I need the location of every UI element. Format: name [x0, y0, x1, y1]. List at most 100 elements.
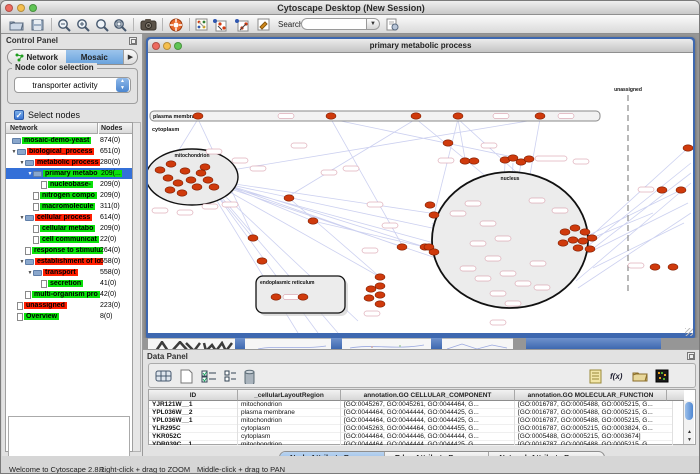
unselect-attributes-icon[interactable]	[224, 367, 237, 385]
node-color-legend: Node color selection	[12, 63, 97, 72]
folder-icon	[25, 215, 34, 221]
folder-icon	[25, 259, 34, 265]
select-nodes-checkbox[interactable]: ✓	[14, 110, 24, 120]
tree-row[interactable]: ▼cellular process614(0)	[6, 212, 132, 223]
folder-icon	[33, 270, 42, 276]
table-scrollbar[interactable]: ▲ ▼	[683, 401, 694, 444]
help-lifering-icon[interactable]	[169, 16, 183, 33]
scroll-up-icon[interactable]: ▲	[685, 429, 694, 436]
file-icon	[25, 247, 31, 255]
tree-row[interactable]: nucleobase-209(0)	[6, 179, 132, 190]
attribute-checklist-icon[interactable]	[201, 367, 218, 385]
scrollbar-thumb[interactable]	[685, 402, 693, 420]
annotation-icon[interactable]	[257, 16, 270, 33]
tree-scrollbar[interactable]	[133, 122, 141, 452]
tab-network[interactable]: Network	[8, 50, 66, 64]
network-graph: plasma membrane cytoplasm mitochondrion …	[148, 53, 693, 333]
network-canvas[interactable]: plasma membrane cytoplasm mitochondrion …	[148, 53, 693, 333]
tabs-overflow-arrow[interactable]: ▶	[123, 50, 137, 64]
tree-row[interactable]: cell communicat22(0)	[6, 234, 132, 245]
background-window-border	[331, 338, 342, 349]
tree-row[interactable]: multi-organism pro42(0)	[6, 289, 132, 300]
layout-icon-a[interactable]	[212, 16, 228, 33]
layout-icon-b[interactable]	[234, 16, 250, 33]
table-row[interactable]: YDR039C__1mitochondrion[GO:0044464, GO:0…	[149, 441, 673, 446]
col-header-id[interactable]: ID	[149, 390, 238, 401]
status-welcome: Welcome to Cytoscape 2.8.1	[9, 465, 105, 474]
attribute-editor-icon[interactable]	[589, 367, 602, 385]
scroll-down-icon[interactable]: ▼	[685, 437, 694, 444]
heatmap-matrix-icon[interactable]	[655, 367, 669, 385]
snapshot-camera-icon[interactable]	[140, 16, 157, 33]
folder-icon	[17, 149, 26, 155]
zoom-out-icon[interactable]	[57, 16, 71, 33]
table-row[interactable]: YPL036W__1mitochondrion[GO:0044464, GO:0…	[149, 417, 673, 425]
float-panel-icon[interactable]	[687, 352, 695, 360]
overview-icon[interactable]	[195, 16, 208, 33]
tree-row[interactable]: response to stimulu264(0)	[6, 245, 132, 256]
tree-row[interactable]: mosaic-demo-yeast874(0)	[6, 135, 132, 146]
file-icon	[33, 192, 39, 200]
window-title: Cytoscape Desktop (New Session)	[1, 3, 700, 13]
formula-builder-icon[interactable]: f(x)	[610, 367, 622, 385]
float-panel-icon[interactable]	[129, 37, 137, 45]
tree-row[interactable]: ▼metabolic process280(0)	[6, 157, 132, 168]
col-header-filler	[667, 390, 684, 401]
tree-row[interactable]: ▼transport558(0)	[6, 267, 132, 278]
table-row[interactable]: YLR295Ccytoplasm[GO:0045263, GO:0044464,…	[149, 425, 673, 433]
search-input[interactable]	[301, 18, 367, 30]
tree-row[interactable]: Overview8(0)	[6, 311, 132, 322]
tree-row-selected[interactable]: ▼primary metabo209(...	[6, 168, 132, 179]
tree-row[interactable]: secretion41(0)	[6, 278, 132, 289]
window-titlebar[interactable]: Cytoscape Desktop (New Session)	[1, 1, 700, 15]
tree-row[interactable]: ▼establishment of lo558(0)	[6, 256, 132, 267]
tree-row[interactable]: ▼biological_process651(0)	[6, 146, 132, 157]
endoplasmic-reticulum-label: endoplasmic reticulum	[260, 280, 315, 286]
session-settings-icon[interactable]	[386, 16, 399, 33]
status-bar: Welcome to Cytoscape 2.8.1 Right-click +…	[1, 456, 700, 474]
search-dropdown-icon[interactable]: ▼	[367, 18, 380, 30]
network-view-titlebar[interactable]: primary metabolic process	[148, 39, 693, 53]
tree-row[interactable]: macromolecule311(0)	[6, 201, 132, 212]
table-row[interactable]: YPL036W__2plasma membrane[GO:0044464, GO…	[149, 409, 673, 417]
control-panel-title: Control Panel	[6, 36, 58, 45]
background-window-border	[431, 338, 442, 349]
col-header-cellular-component[interactable]: annotation.GO CELLULAR_COMPONENT	[341, 390, 515, 401]
file-icon	[17, 313, 23, 321]
import-attributes-icon[interactable]	[632, 367, 648, 385]
zoom-fit-icon[interactable]	[113, 16, 127, 33]
file-icon	[17, 302, 23, 310]
node-color-select[interactable]: transporter activity ▲▼	[14, 77, 131, 93]
save-icon[interactable]	[31, 16, 44, 33]
table-row[interactable]: YJR121W__1mitochondrion[GO:0045267, GO:0…	[149, 401, 673, 409]
tree-row[interactable]: unassigned223(0)	[6, 300, 132, 311]
toolbar-separator	[189, 18, 190, 31]
network-nodes[interactable]	[155, 113, 693, 307]
select-nodes-label: Select nodes	[28, 110, 80, 120]
toolbar-separator	[133, 18, 134, 31]
nucleus-label: nucleus	[501, 176, 520, 182]
zoom-in-icon[interactable]	[76, 16, 90, 33]
tree-col-network[interactable]: Network	[6, 123, 98, 134]
tree-col-nodes[interactable]: Nodes	[99, 123, 132, 134]
app-window: Cytoscape Desktop (New Session) Search: …	[0, 0, 700, 474]
col-header-molecular-function[interactable]: annotation.GO MOLECULAR_FUNCTION	[515, 390, 667, 401]
tab-network-label: Network	[26, 53, 58, 62]
data-panel-toolbar: f(x)	[148, 363, 696, 388]
zoom-selected-icon[interactable]	[95, 16, 109, 33]
table-row[interactable]: YKR052Ccytoplasm[GO:0044464, GO:0044446,…	[149, 433, 673, 441]
tree-row[interactable]: cellular metabo209(0)	[6, 223, 132, 234]
network-view-frame[interactable]: primary metabolic process plasma membran…	[146, 37, 695, 338]
tab-mosaic[interactable]: Mosaic	[66, 50, 124, 64]
file-icon	[33, 236, 39, 244]
toolbar-separator	[162, 18, 163, 31]
new-attribute-icon[interactable]	[180, 367, 193, 385]
col-header-region[interactable]: _cellularLayoutRegion	[238, 390, 341, 401]
network-view-title: primary metabolic process	[148, 41, 693, 50]
delete-attribute-icon[interactable]	[243, 367, 256, 385]
combo-stepper-icon[interactable]: ▲▼	[116, 78, 129, 92]
tree-row[interactable]: nitrogen compo209(0)	[6, 190, 132, 201]
select-attributes-icon[interactable]	[155, 367, 172, 385]
open-icon[interactable]	[9, 16, 24, 33]
resize-grip[interactable]	[685, 328, 693, 336]
